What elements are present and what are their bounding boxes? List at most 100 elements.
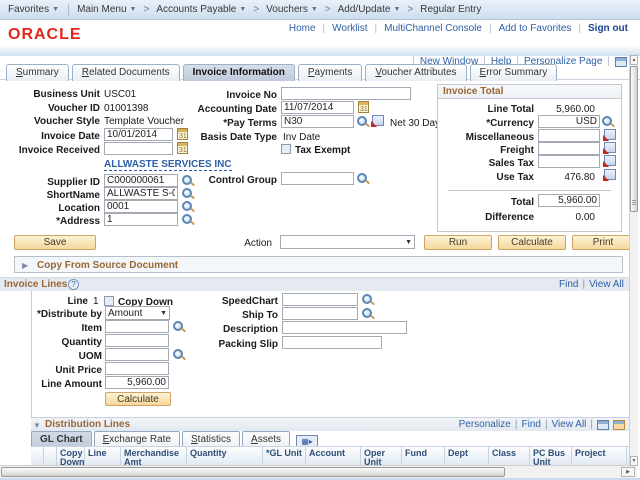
calendar-icon[interactable]	[358, 101, 369, 113]
speedchart-lookup-icon[interactable]	[362, 293, 375, 306]
scroll-right-arrow[interactable]: ▶	[621, 467, 635, 477]
add-to-favorites-link[interactable]: Add to Favorites	[499, 23, 572, 34]
tab-invoice-information[interactable]: Invoice Information	[182, 64, 295, 81]
home-link[interactable]: Home	[289, 23, 316, 34]
action-select[interactable]: ▼	[280, 235, 415, 249]
grid-column-header: Account	[306, 447, 361, 466]
vertical-scrollbar-thumb[interactable]	[630, 66, 638, 212]
tab-payments[interactable]: Payments	[297, 64, 363, 81]
calendar-icon[interactable]	[177, 142, 188, 154]
location-lookup-icon[interactable]	[182, 200, 195, 213]
unit-price-input[interactable]	[105, 362, 169, 375]
unit-price-label: Unit Price	[55, 365, 102, 376]
description-input[interactable]	[282, 321, 407, 334]
item-input[interactable]	[105, 320, 169, 333]
worklist-link[interactable]: Worklist	[332, 23, 367, 34]
line-calculate-button[interactable]: Calculate	[105, 392, 171, 406]
chevron-down-icon: ▼	[160, 309, 167, 317]
miscellaneous-input[interactable]	[538, 129, 600, 142]
tab-label: Related Documents	[81, 67, 170, 78]
supplier-name-link[interactable]: ALLWASTE SERVICES INC	[104, 159, 232, 171]
component-tabs: Summary Related Documents Invoice Inform…	[6, 64, 560, 81]
multichannel-console-link[interactable]: MultiChannel Console	[384, 23, 482, 34]
grid-column-header	[44, 447, 57, 466]
use-tax-detail-icon[interactable]	[603, 169, 616, 182]
location-input[interactable]	[104, 200, 178, 213]
accounting-date-input[interactable]	[281, 101, 354, 114]
download-icon[interactable]	[597, 420, 609, 430]
personalize-link[interactable]: Personalize	[459, 419, 511, 430]
distribute-by-select[interactable]: Amount ▼	[105, 306, 170, 320]
miscellaneous-detail-icon[interactable]	[603, 129, 616, 142]
tax-exempt-checkbox[interactable]	[281, 144, 291, 154]
freight-detail-icon[interactable]	[603, 142, 616, 155]
print-button[interactable]: Print	[572, 235, 634, 250]
tab-error-summary[interactable]: Error Summary	[469, 64, 558, 81]
calculate-button[interactable]: Calculate	[498, 235, 566, 250]
invoice-date-input[interactable]	[104, 128, 173, 141]
voucher-style-label: Voucher Style	[34, 116, 100, 127]
save-button[interactable]: Save	[14, 235, 96, 250]
tab-summary[interactable]: Summary	[6, 64, 69, 81]
uom-input[interactable]	[105, 348, 169, 361]
pay-terms-note: Net 30 Day	[390, 118, 441, 129]
horizontal-scrollbar[interactable]: ▶	[0, 465, 637, 478]
pay-terms-input[interactable]	[281, 115, 354, 128]
vertical-scrollbar[interactable]: ▲ ▼	[629, 55, 638, 466]
copy-from-source-section[interactable]: ▶ Copy From Source Document	[14, 256, 623, 273]
horizontal-scrollbar-thumb[interactable]	[1, 467, 505, 477]
help-icon[interactable]: ?	[68, 279, 79, 290]
control-group-lookup-icon[interactable]	[357, 172, 370, 185]
address-input[interactable]	[104, 213, 178, 226]
find-link[interactable]: Find	[521, 419, 540, 430]
total-input[interactable]	[538, 194, 600, 207]
sign-out-link[interactable]: Sign out	[588, 23, 628, 34]
address-lookup-icon[interactable]	[182, 213, 195, 226]
chevron-down-icon: ▼	[52, 6, 60, 13]
pay-terms-lookup-icon[interactable]	[357, 115, 370, 128]
breadcrumb-item-accounts-payable[interactable]: Accounts Payable ▼	[156, 4, 246, 15]
invoice-lines-header: Invoice Lines ? Find | View All	[0, 277, 637, 291]
grid-column-header: Fund	[402, 447, 445, 466]
breadcrumb-separator: >	[143, 4, 150, 15]
invoice-no-input[interactable]	[281, 87, 411, 100]
sales-tax-detail-icon[interactable]	[603, 155, 616, 168]
invoice-total-panel: Invoice Total Line Total 5,960.00 *Curre…	[437, 84, 622, 232]
shortname-input[interactable]	[104, 187, 178, 200]
tab-related-documents[interactable]: Related Documents	[71, 64, 180, 81]
sales-tax-input[interactable]	[538, 155, 600, 168]
voucher-style-value: Template Voucher	[104, 116, 185, 127]
breadcrumb-item-add-update[interactable]: Add/Update ▼	[338, 4, 401, 15]
shortname-lookup-icon[interactable]	[182, 187, 195, 200]
breadcrumb-item-vouchers[interactable]: Vouchers ▼	[266, 4, 318, 15]
scroll-down-arrow[interactable]: ▼	[630, 456, 638, 466]
currency-lookup-icon[interactable]	[602, 115, 615, 128]
view-all-link[interactable]: View All	[552, 419, 587, 430]
run-button[interactable]: Run	[424, 235, 492, 250]
quantity-input[interactable]	[105, 334, 169, 347]
zoom-grid-icon[interactable]	[613, 420, 625, 430]
freight-input[interactable]	[538, 142, 600, 155]
personalize-layout-icon[interactable]	[615, 56, 627, 67]
ship-to-lookup-icon[interactable]	[362, 307, 375, 320]
control-group-input[interactable]	[281, 172, 354, 185]
invoice-received-input[interactable]	[104, 142, 173, 155]
favorites-menu[interactable]: Favorites ▼	[8, 4, 59, 15]
pay-terms-detail-icon[interactable]	[371, 115, 384, 128]
tax-exempt-label: Tax Exempt	[295, 145, 351, 156]
currency-input[interactable]	[538, 115, 600, 128]
distribute-by-value: Amount	[108, 307, 143, 319]
find-link[interactable]: Find	[559, 279, 578, 290]
copy-down-checkbox[interactable]	[104, 296, 114, 306]
distribution-grid-header: Copy Down Line Merchandise Amt Quantity …	[31, 446, 637, 466]
packing-slip-input[interactable]	[282, 336, 382, 349]
main-menu[interactable]: Main Menu ▼	[77, 4, 136, 15]
line-amount-input[interactable]	[105, 376, 169, 389]
speedchart-input[interactable]	[282, 293, 358, 306]
view-all-link[interactable]: View All	[589, 279, 624, 290]
distribution-lines-header[interactable]: ▼ Distribution Lines Personalize | Find …	[31, 417, 629, 431]
scroll-up-arrow[interactable]: ▲	[630, 55, 638, 65]
supplier-id-input[interactable]	[104, 174, 178, 187]
tab-voucher-attributes[interactable]: Voucher Attributes	[365, 64, 467, 81]
ship-to-input[interactable]	[282, 307, 358, 320]
